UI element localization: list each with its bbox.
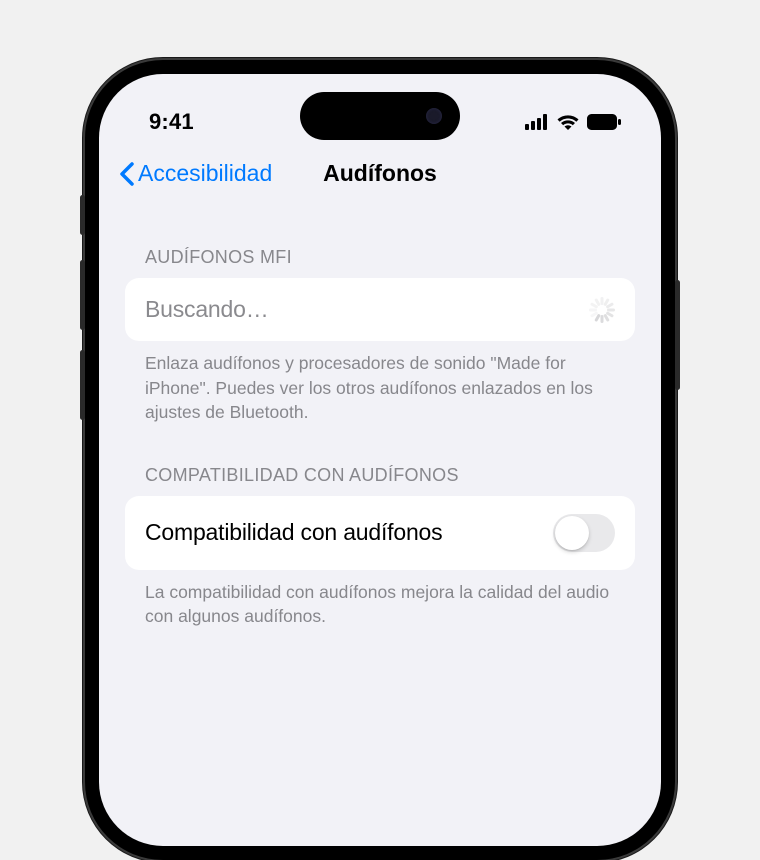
mfi-section-footer: Enlaza audífonos y procesadores de sonid… <box>125 341 635 425</box>
back-label: Accesibilidad <box>138 160 272 187</box>
chevron-left-icon <box>119 162 135 186</box>
phone-frame: 9:41 <box>85 60 675 860</box>
content: AUDÍFONOS MFI Buscando… <box>99 247 661 629</box>
compat-label: Compatibilidad con audífonos <box>145 519 442 546</box>
page-title: Audífonos <box>323 160 437 187</box>
battery-icon <box>587 114 621 130</box>
compat-section: COMPATIBILIDAD CON AUDÍFONOS Compatibili… <box>125 465 635 629</box>
toggle-knob <box>555 516 589 550</box>
compat-section-footer: La compatibilidad con audífonos mejora l… <box>125 570 635 629</box>
dynamic-island <box>300 92 460 140</box>
status-icons <box>525 114 621 130</box>
back-button[interactable]: Accesibilidad <box>119 160 272 187</box>
compat-cell: Compatibilidad con audífonos <box>125 496 635 570</box>
nav-bar: Accesibilidad Audífonos <box>99 144 661 201</box>
silent-switch <box>80 195 85 235</box>
mfi-section-header: AUDÍFONOS MFI <box>125 247 635 278</box>
status-time: 9:41 <box>149 109 194 135</box>
front-camera <box>426 108 442 124</box>
volume-down-button <box>80 350 85 420</box>
power-button <box>675 280 680 390</box>
wifi-icon <box>557 114 579 130</box>
mfi-section: AUDÍFONOS MFI Buscando… <box>125 247 635 425</box>
screen: 9:41 <box>99 74 661 846</box>
compat-toggle[interactable] <box>553 514 615 552</box>
volume-up-button <box>80 260 85 330</box>
searching-cell[interactable]: Buscando… <box>125 278 635 341</box>
cellular-icon <box>525 114 549 130</box>
searching-label: Buscando… <box>145 296 269 323</box>
spinner-icon <box>589 297 615 323</box>
compat-section-header: COMPATIBILIDAD CON AUDÍFONOS <box>125 465 635 496</box>
